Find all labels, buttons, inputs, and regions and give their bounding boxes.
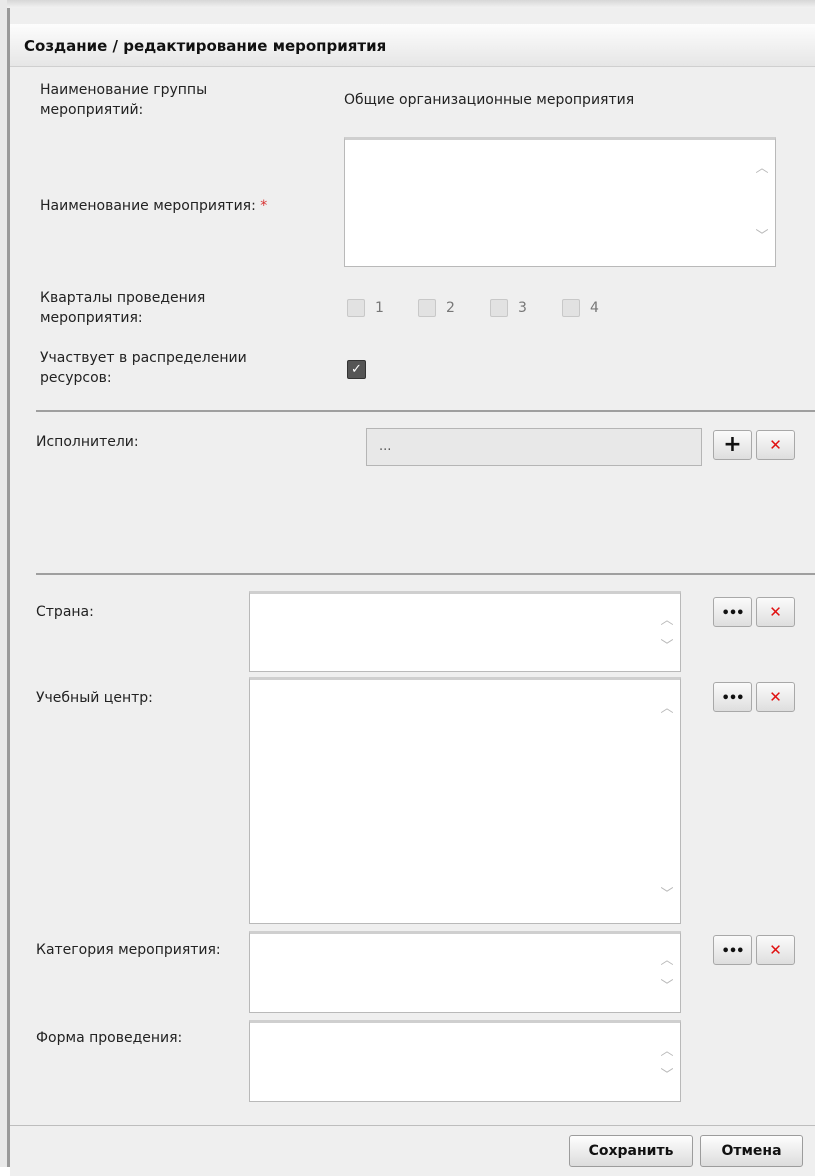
quarter-4-checkbox-group[interactable]: 4 bbox=[562, 299, 599, 317]
quarters-label: Кварталы проведения мероприятия: bbox=[40, 288, 280, 328]
close-icon: ✕ bbox=[769, 941, 782, 959]
group-name-label-line1: Наименование группы bbox=[40, 82, 208, 98]
quarter-2-checkbox-group[interactable]: 2 bbox=[418, 299, 455, 317]
event-edit-dialog: Создание / редактирование мероприятия На… bbox=[7, 8, 815, 1176]
quarter-1-checkbox-group[interactable]: 1 bbox=[347, 299, 384, 317]
select-category-button[interactable]: ••• bbox=[713, 935, 752, 965]
training-center-textarea[interactable]: ︿ ﹀ bbox=[249, 677, 681, 924]
dialog-footer: Сохранить Отмена bbox=[10, 1125, 815, 1176]
resources-label-line2: ресурсов: bbox=[40, 370, 112, 386]
training-center-label: Учебный центр: bbox=[36, 690, 153, 706]
dialog-title: Создание / редактирование мероприятия bbox=[24, 37, 387, 55]
select-training-center-button[interactable]: ••• bbox=[713, 682, 752, 712]
scroll-up-icon[interactable]: ︿ bbox=[660, 702, 674, 716]
quarter-3-checkbox-group[interactable]: 3 bbox=[490, 299, 527, 317]
more-icon: ••• bbox=[721, 691, 745, 706]
check-icon: ✓ bbox=[351, 362, 362, 377]
quarters-label-line1: Кварталы проведения bbox=[40, 290, 206, 306]
cancel-button[interactable]: Отмена bbox=[700, 1135, 803, 1167]
close-icon: ✕ bbox=[769, 436, 782, 454]
quarter-3-checkbox[interactable] bbox=[490, 299, 508, 317]
quarters-label-line2: мероприятия: bbox=[40, 310, 143, 326]
clear-category-button[interactable]: ✕ bbox=[756, 935, 795, 965]
country-label: Страна: bbox=[36, 604, 94, 620]
group-name-value: Общие организационные мероприятия bbox=[344, 92, 635, 108]
resources-checkbox[interactable]: ✓ bbox=[347, 360, 366, 379]
group-name-label-line2: мероприятий: bbox=[40, 102, 144, 118]
scroll-up-icon[interactable]: ︿ bbox=[755, 162, 769, 176]
scroll-down-icon[interactable]: ﹀ bbox=[660, 1069, 674, 1083]
add-executor-button[interactable]: + bbox=[713, 430, 752, 460]
quarter-2-checkbox[interactable] bbox=[418, 299, 436, 317]
form-of-conduct-label: Форма проведения: bbox=[36, 1030, 183, 1046]
category-textarea[interactable]: ︿ ﹀ bbox=[249, 931, 681, 1013]
resources-label-line1: Участвует в распределении bbox=[40, 350, 247, 366]
scroll-down-icon[interactable]: ﹀ bbox=[660, 980, 674, 994]
section-divider-1 bbox=[36, 410, 815, 412]
window-top-strip bbox=[0, 0, 815, 8]
save-button[interactable]: Сохранить bbox=[569, 1135, 693, 1167]
form-of-conduct-textarea[interactable]: ︿ ﹀ bbox=[249, 1020, 681, 1102]
remove-executor-button[interactable]: ✕ bbox=[756, 430, 795, 460]
required-mark: * bbox=[260, 198, 268, 214]
select-country-button[interactable]: ••• bbox=[713, 597, 752, 627]
quarter-1-checkbox[interactable] bbox=[347, 299, 365, 317]
section-divider-2 bbox=[36, 573, 815, 575]
executors-value: ... bbox=[379, 439, 392, 454]
resources-label: Участвует в распределении ресурсов: bbox=[40, 348, 300, 388]
quarter-1-label: 1 bbox=[375, 300, 384, 316]
more-icon: ••• bbox=[721, 944, 745, 959]
quarter-4-label: 4 bbox=[590, 300, 599, 316]
window-left-strip bbox=[0, 0, 7, 1167]
event-name-label: Наименование мероприятия: * bbox=[40, 196, 267, 216]
dialog-title-bar[interactable]: Создание / редактирование мероприятия bbox=[10, 24, 815, 67]
scroll-down-icon[interactable]: ﹀ bbox=[660, 888, 674, 902]
executors-field[interactable]: ... bbox=[366, 428, 702, 466]
quarter-2-label: 2 bbox=[446, 300, 455, 316]
event-name-textarea[interactable]: ︿ ﹀ bbox=[344, 137, 776, 267]
plus-icon: + bbox=[723, 432, 742, 457]
close-icon: ✕ bbox=[769, 688, 782, 706]
more-icon: ••• bbox=[721, 606, 745, 621]
quarter-3-label: 3 bbox=[518, 300, 527, 316]
close-icon: ✕ bbox=[769, 603, 782, 621]
country-textarea[interactable]: ︿ ﹀ bbox=[249, 591, 681, 672]
group-name-label: Наименование группы мероприятий: bbox=[40, 80, 280, 120]
scroll-up-icon[interactable]: ︿ bbox=[660, 1045, 674, 1059]
scroll-up-icon[interactable]: ︿ bbox=[660, 614, 674, 628]
executors-label: Исполнители: bbox=[36, 434, 139, 450]
category-label: Категория мероприятия: bbox=[36, 942, 221, 958]
clear-country-button[interactable]: ✕ bbox=[756, 597, 795, 627]
quarter-4-checkbox[interactable] bbox=[562, 299, 580, 317]
event-name-label-text: Наименование мероприятия: bbox=[40, 198, 256, 214]
scroll-up-icon[interactable]: ︿ bbox=[660, 954, 674, 968]
scroll-down-icon[interactable]: ﹀ bbox=[755, 230, 769, 244]
scroll-down-icon[interactable]: ﹀ bbox=[660, 640, 674, 654]
clear-training-center-button[interactable]: ✕ bbox=[756, 682, 795, 712]
